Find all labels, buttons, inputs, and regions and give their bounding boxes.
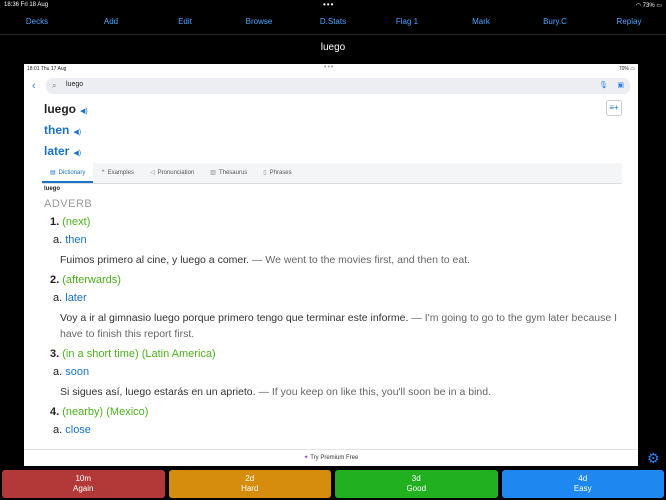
easy-button[interactable]: 4d Easy (501, 470, 664, 498)
browse-button[interactable]: Browse (222, 12, 296, 32)
add-button[interactable]: Add (74, 12, 148, 32)
example-sentence: Fuimos primero al cine, y luego a comer.… (60, 254, 471, 266)
headword-translation: then ◀) (44, 123, 82, 137)
status-battery: ◠ 73% ▭ (635, 3, 662, 9)
tab-pronunciation[interactable]: ◁ Pronunciation (142, 163, 202, 183)
card-title: luego (0, 34, 666, 61)
example-sentence: Voy a ir al gimnasio luego porque primer… (60, 312, 618, 340)
status-time-date: 18:36 Fri 18 Aug (4, 2, 49, 8)
battery-icon: ▭ (656, 3, 662, 9)
microphone-icon[interactable]: 🎙︎ (599, 81, 608, 89)
replay-button[interactable]: Replay (592, 12, 666, 32)
speaker-icon: ◁ (149, 170, 155, 176)
definition-content: luego ADVERB 1. (next) a. then Fuimos pr… (44, 186, 620, 436)
dictionary-webview: 18:01 Thu 17 Aug ••• 70% ▭ ‹ ⌕ luego 🎙︎ … (24, 64, 638, 466)
decks-button[interactable]: Decks (0, 12, 74, 32)
headword: luego ◀) (44, 102, 88, 116)
add-to-list-icon[interactable]: ≡+ (606, 100, 622, 116)
flag-button[interactable]: Flag 1 (370, 12, 444, 32)
example-sentence: Si sigues así, luego estarás en un aprie… (60, 386, 492, 398)
tab-phrases[interactable]: ▯ Phrases (255, 163, 299, 183)
translation-link[interactable]: then (65, 234, 86, 246)
wifi-icon: ◠ (635, 3, 643, 9)
translation-link[interactable]: later (65, 292, 86, 304)
sense: 1. (next) (50, 216, 91, 228)
phrases-icon: ▯ (263, 170, 267, 176)
good-button[interactable]: 3d Good (335, 470, 498, 498)
tab-dictionary[interactable]: ▤ Dictionary (42, 163, 94, 183)
entry-word: luego (44, 186, 60, 192)
subsense: a. then (53, 234, 87, 246)
status-bar: 18:36 Fri 18 Aug ••• ◠ 73% ▭ (0, 0, 666, 10)
translation-link[interactable]: close (65, 424, 91, 436)
sense: 3. (in a short time) (Latin America) (50, 348, 216, 360)
subsense: a. later (53, 292, 87, 304)
headword-list: luego ◀) then ◀) later ◀) (44, 100, 88, 163)
speaker-icon[interactable]: ◀) (73, 150, 81, 157)
quote-icon: ❝ (101, 170, 105, 176)
webview-time-date: 18:01 Thu 17 Aug (27, 66, 67, 72)
answer-buttons: 10m Again 2d Hard 3d Good 4d Easy (2, 470, 664, 498)
headword-translation: later ◀) (44, 144, 82, 158)
speaker-icon[interactable]: ◀) (73, 129, 81, 136)
multitask-dots-icon[interactable]: ••• (323, 0, 334, 9)
sense: 4. (nearby) (Mexico) (50, 406, 149, 418)
tab-thesaurus[interactable]: ▥ Thesaurus (202, 163, 255, 183)
reviewer-toolbar: Decks Add Edit Browse D.Stats Flag 1 Mar… (0, 12, 666, 32)
camera-icon[interactable]: ▣ (617, 81, 624, 89)
again-button[interactable]: 10m Again (2, 470, 165, 498)
webview-status-bar: 18:01 Thu 17 Aug ••• 70% ▭ (24, 64, 638, 74)
mark-button[interactable]: Mark (444, 12, 518, 32)
webview-multitask-dots-icon: ••• (324, 64, 335, 71)
search-bar: ‹ ⌕ luego 🎙︎ ▣ (24, 76, 638, 98)
translation-link[interactable]: soon (65, 366, 89, 378)
part-of-speech: ADVERB (44, 198, 93, 210)
dictionary-icon: ▤ (50, 170, 56, 176)
search-icon: ⌕ (52, 81, 57, 90)
speaker-icon[interactable]: ◀) (80, 108, 88, 115)
hard-button[interactable]: 2d Hard (168, 470, 331, 498)
dictionary-tabs: ▤ Dictionary ❝ Examples ◁ Pronunciation ▥ Th… (42, 163, 622, 184)
back-chevron-icon[interactable]: ‹ (32, 80, 36, 92)
subsense: a. soon (53, 366, 90, 378)
thesaurus-icon: ▥ (210, 170, 216, 176)
gear-icon[interactable]: ⚙ (647, 450, 660, 467)
search-input[interactable]: ⌕ luego 🎙︎ ▣ (46, 78, 630, 94)
deck-stats-button[interactable]: D.Stats (296, 12, 370, 32)
bury-card-button[interactable]: Bury.C (518, 12, 592, 32)
webview-battery: 70% ▭ (618, 66, 635, 72)
try-premium-banner[interactable]: ✦ Try Premium Free (24, 449, 638, 466)
sense: 2. (afterwards) (50, 274, 121, 286)
subsense: a. close (53, 424, 91, 436)
tab-examples[interactable]: ❝ Examples (93, 163, 142, 183)
edit-button[interactable]: Edit (148, 12, 222, 32)
search-query: luego (66, 81, 84, 88)
